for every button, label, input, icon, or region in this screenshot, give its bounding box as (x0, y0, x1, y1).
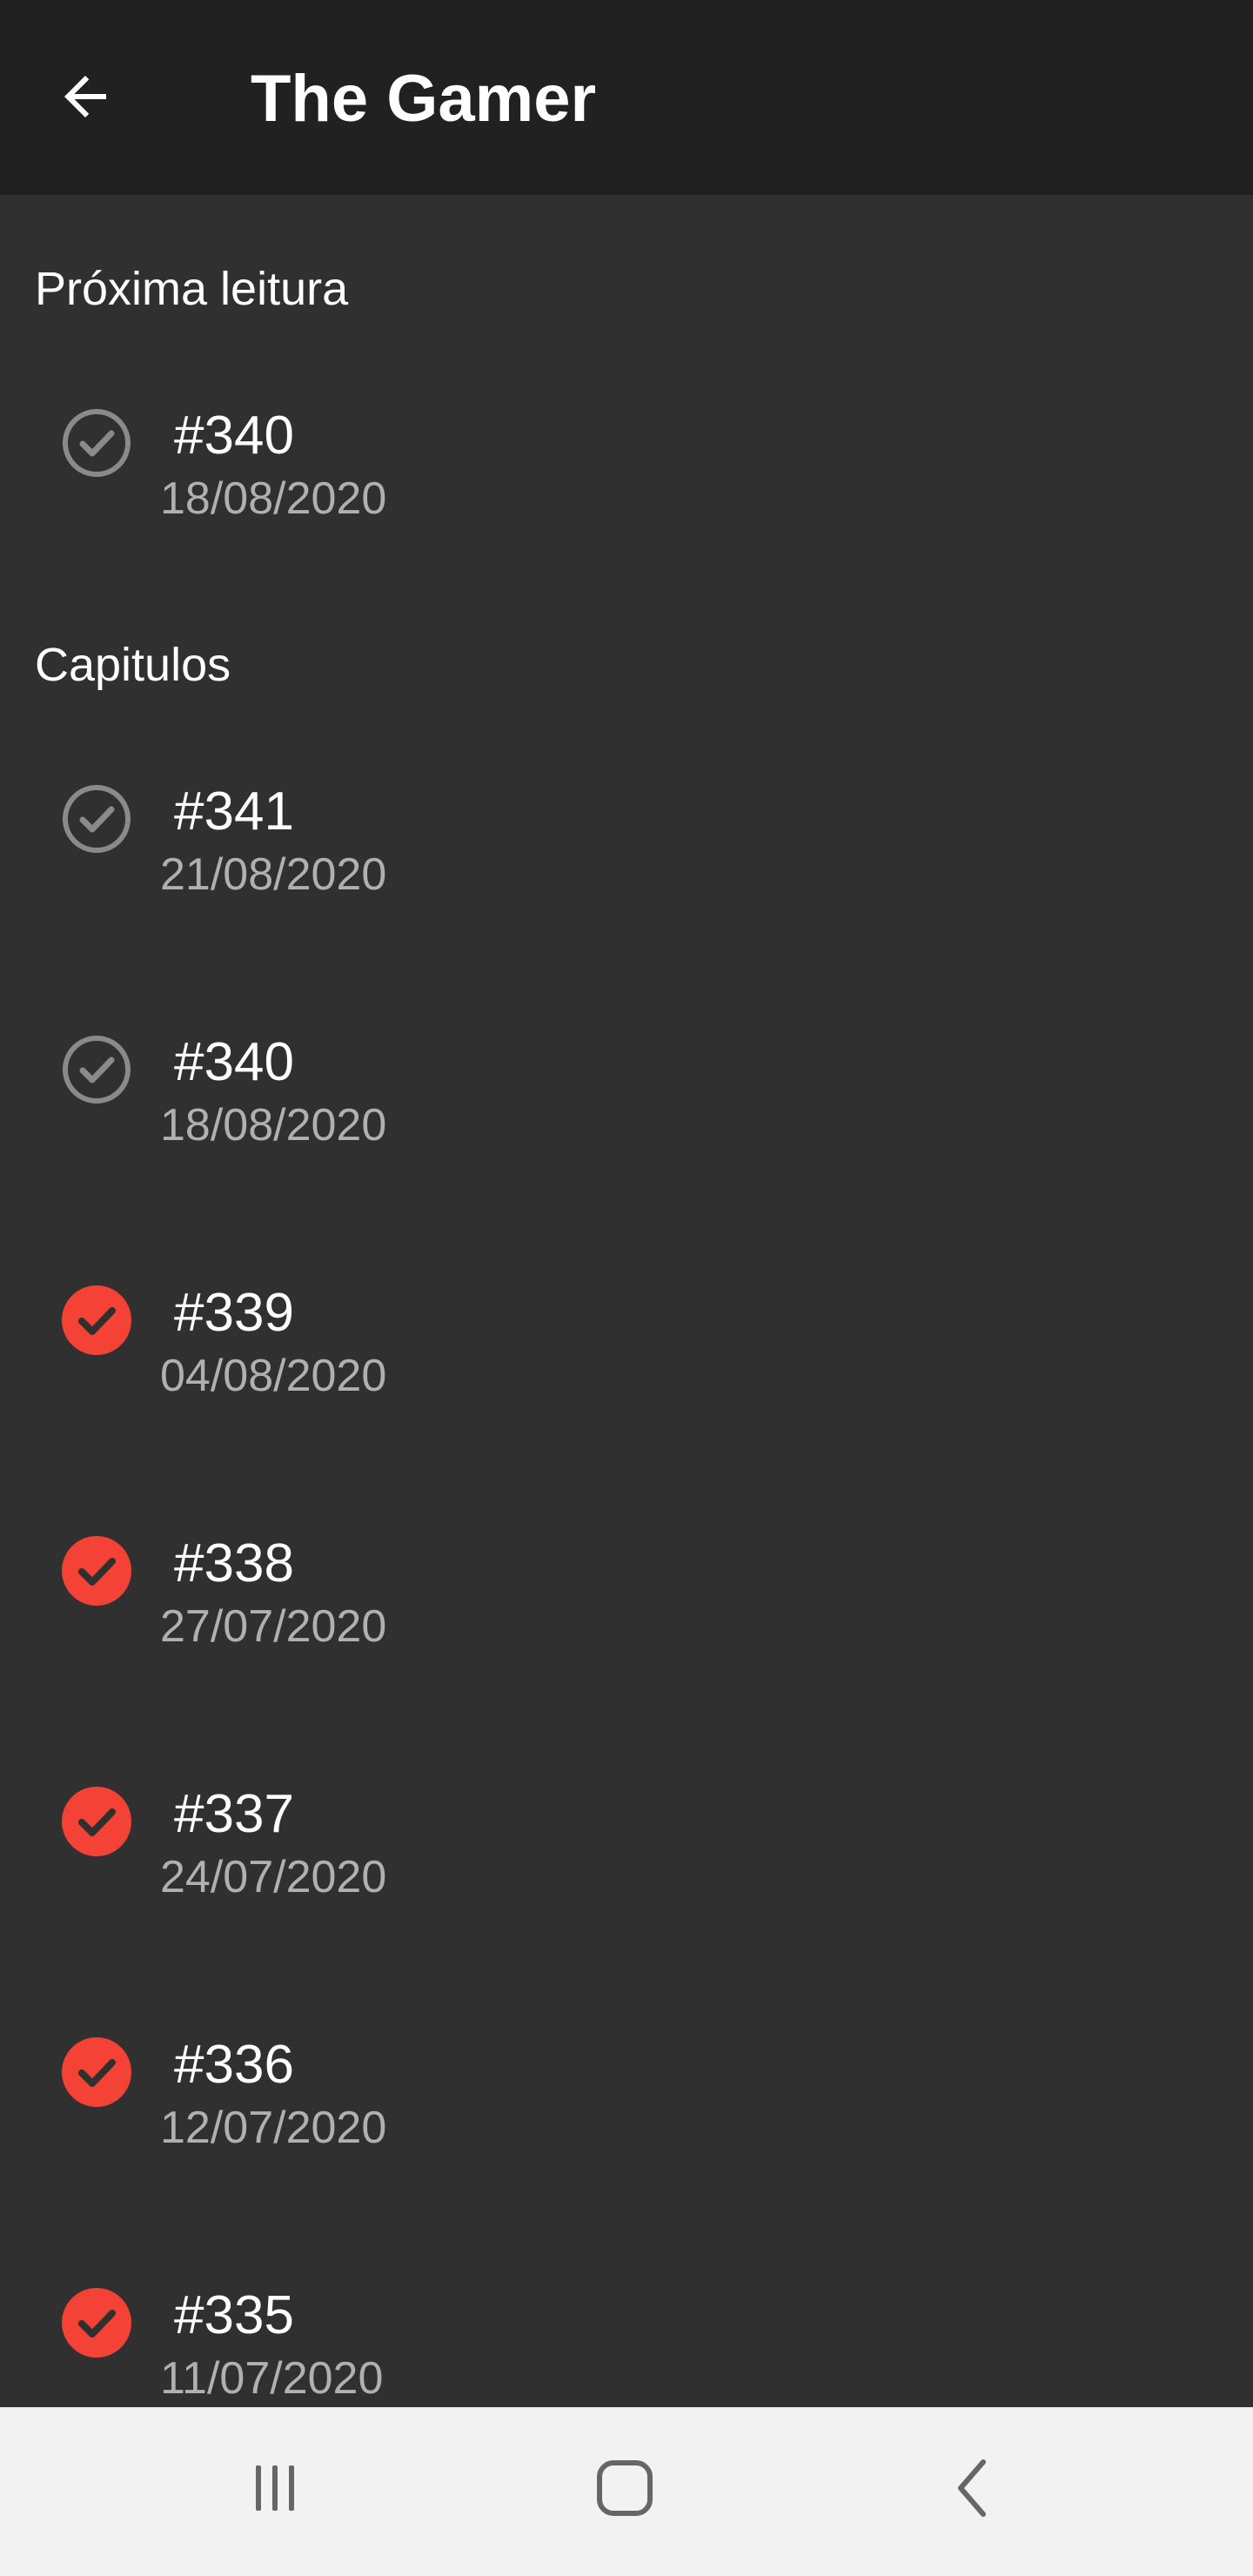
chapter-date: 12/07/2020 (160, 2103, 387, 2153)
recents-button[interactable] (214, 2442, 336, 2538)
arrow-back-icon (54, 65, 117, 132)
back-button[interactable] (54, 59, 141, 138)
chapter-number: #338 (174, 1533, 294, 1593)
nav-back-button[interactable] (914, 2442, 1035, 2538)
check-circle-outline-icon[interactable] (61, 407, 132, 479)
chapter-row[interactable]: #340 18/08/2020 (0, 989, 1253, 1239)
chapter-row[interactable]: #337 24/07/2020 (0, 1741, 1253, 1991)
recents-icon (244, 2457, 306, 2524)
home-icon (593, 2457, 656, 2524)
chapter-number: #337 (174, 1784, 294, 1844)
chapter-number: #336 (174, 2035, 294, 2095)
check-circle-outline-icon[interactable] (61, 783, 132, 855)
page-title: The Gamer (251, 62, 597, 136)
check-circle-filled-icon[interactable] (61, 1786, 132, 1857)
check-circle-filled-icon[interactable] (61, 2287, 132, 2358)
chapter-date: 27/07/2020 (160, 1601, 387, 1652)
section-title-chapters: Capitulos (35, 639, 231, 691)
chapter-number: #335 (174, 2285, 294, 2345)
chapter-date: 18/08/2020 (160, 1100, 387, 1150)
app-bar: The Gamer (0, 0, 1253, 195)
home-button[interactable] (564, 2442, 686, 2538)
chapter-row[interactable]: #339 04/08/2020 (0, 1239, 1253, 1490)
chapter-date: 18/08/2020 (160, 473, 387, 524)
check-circle-filled-icon[interactable] (61, 1285, 132, 1356)
chapter-number: #340 (174, 1032, 294, 1092)
chapter-date: 11/07/2020 (160, 2353, 384, 2404)
check-circle-outline-icon[interactable] (61, 1034, 132, 1105)
app: The Gamer Próxima leitura #340 18/08/202… (0, 0, 1253, 2576)
nav-back-icon (943, 2457, 1006, 2524)
chapter-number: #340 (174, 406, 294, 466)
next-read-item[interactable]: #340 18/08/2020 (0, 362, 1253, 613)
check-circle-filled-icon[interactable] (61, 1535, 132, 1607)
check-circle-filled-icon[interactable] (61, 2036, 132, 2108)
chapter-row[interactable]: #341 21/08/2020 (0, 738, 1253, 989)
chapter-date: 24/07/2020 (160, 1852, 387, 1902)
chapter-number: #341 (174, 782, 294, 842)
chapter-row[interactable]: #336 12/07/2020 (0, 1991, 1253, 2242)
system-nav-bar (0, 2407, 1253, 2576)
chapter-date: 21/08/2020 (160, 849, 387, 900)
chapter-row[interactable]: #338 27/07/2020 (0, 1490, 1253, 1741)
chapter-number: #339 (174, 1283, 294, 1343)
section-title-next-read: Próxima leitura (35, 263, 349, 315)
chapter-date: 04/08/2020 (160, 1351, 387, 1401)
